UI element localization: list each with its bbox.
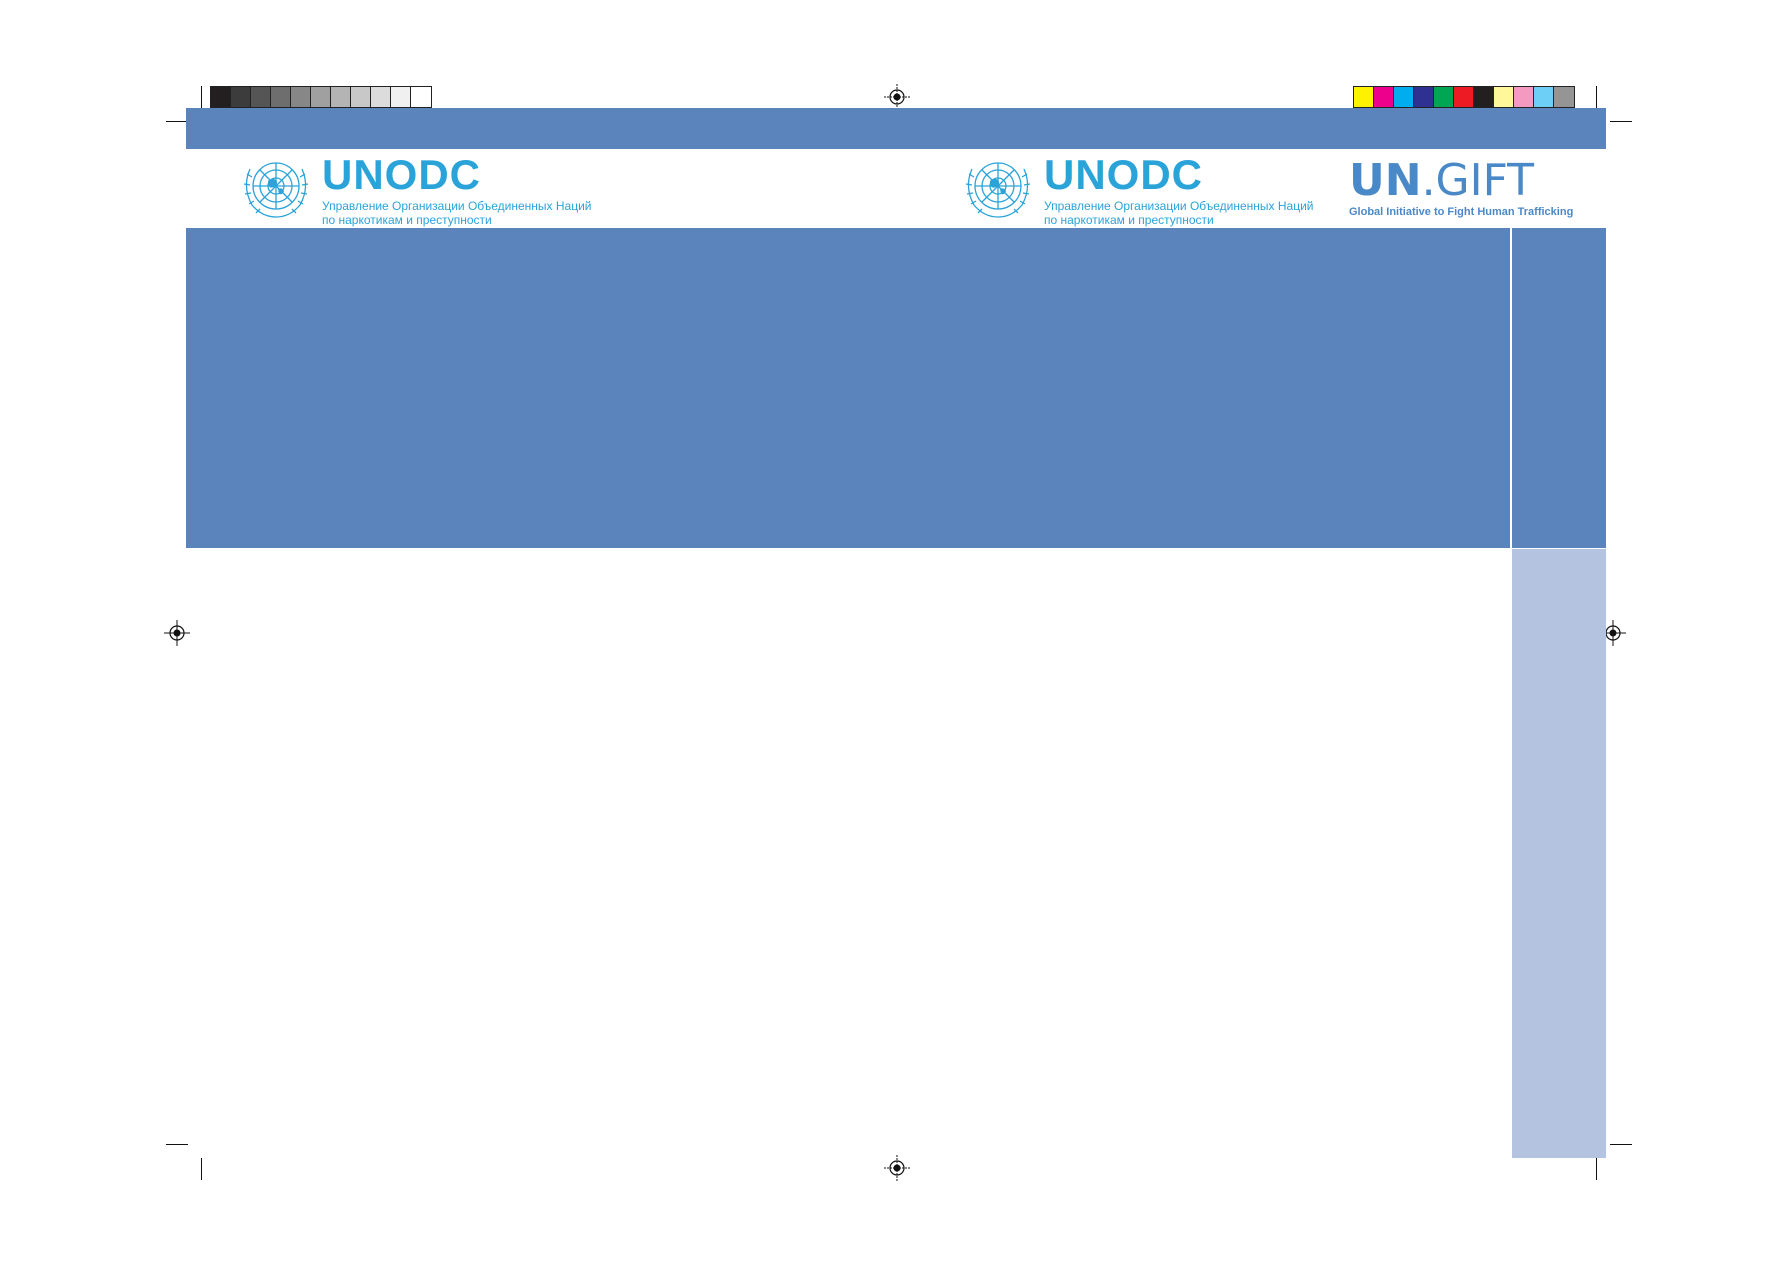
color-swatch [1394, 87, 1414, 107]
un-emblem-icon [965, 162, 1031, 218]
registration-mark-icon [884, 1155, 910, 1181]
un-emblem-icon [243, 162, 309, 218]
gray-swatch [291, 87, 311, 107]
registration-mark-icon [164, 620, 190, 646]
color-swatch [1454, 87, 1474, 107]
cover-main-block [186, 228, 1510, 548]
color-swatch [1354, 87, 1374, 107]
registration-mark-icon [884, 84, 910, 110]
crop-mark [1610, 1144, 1632, 1145]
unodc-text-block: UNODC Управление Организации Объединенны… [1044, 151, 1314, 228]
gray-swatch [331, 87, 351, 107]
crop-mark [166, 121, 188, 122]
gray-swatch [271, 87, 291, 107]
crop-mark [1596, 1158, 1597, 1180]
crop-mark [201, 86, 202, 108]
unodc-logo-left: UNODC Управление Организации Объединенны… [240, 151, 592, 228]
color-swatch [1414, 87, 1434, 107]
color-swatch [1514, 87, 1534, 107]
ungift-wordmark-rest: .GIFT [1421, 155, 1535, 206]
ungift-tagline: Global Initiative to Fight Human Traffic… [1349, 206, 1574, 218]
crop-mark [1596, 86, 1597, 108]
unodc-text-block: UNODC Управление Организации Объединенны… [322, 151, 592, 228]
color-swatch [1554, 87, 1574, 107]
color-swatch [1494, 87, 1514, 107]
gray-swatch [211, 87, 231, 107]
color-swatch [1534, 87, 1554, 107]
spine-lower [1512, 549, 1606, 1158]
color-control-strip [1353, 86, 1575, 108]
gray-swatch [231, 87, 251, 107]
crop-mark [201, 1158, 202, 1180]
unodc-subtitle-line1: Управление Организации Объединенных Наци… [322, 199, 592, 213]
color-swatch [1434, 87, 1454, 107]
ungift-wordmark-bold: UN [1349, 155, 1422, 206]
gray-swatch [371, 87, 391, 107]
gray-swatch [251, 87, 271, 107]
top-band [186, 108, 1606, 149]
unodc-wordmark: UNODC [322, 151, 481, 198]
unodc-logo-right: UNODC Управление Организации Объединенны… [962, 151, 1314, 228]
unodc-subtitle-line2: по наркотикам и преступности [322, 213, 492, 227]
color-swatch [1474, 87, 1494, 107]
document-page: { "logos": { "unodc_left": { "name": "UN… [0, 0, 1786, 1263]
gray-swatch [311, 87, 331, 107]
grayscale-control-strip [210, 86, 432, 108]
gray-swatch [391, 87, 411, 107]
crop-mark [1610, 121, 1632, 122]
unodc-subtitle-line2: по наркотикам и преступности [1044, 213, 1214, 227]
unodc-subtitle-line1: Управление Организации Объединенных Наци… [1044, 199, 1314, 213]
gray-swatch [411, 87, 431, 107]
gray-swatch [351, 87, 371, 107]
crop-mark [166, 1144, 188, 1145]
spine-upper [1512, 228, 1606, 548]
ungift-wordmark: UN.GIFT [1349, 159, 1534, 203]
unodc-wordmark: UNODC [1044, 151, 1203, 198]
color-swatch [1374, 87, 1394, 107]
